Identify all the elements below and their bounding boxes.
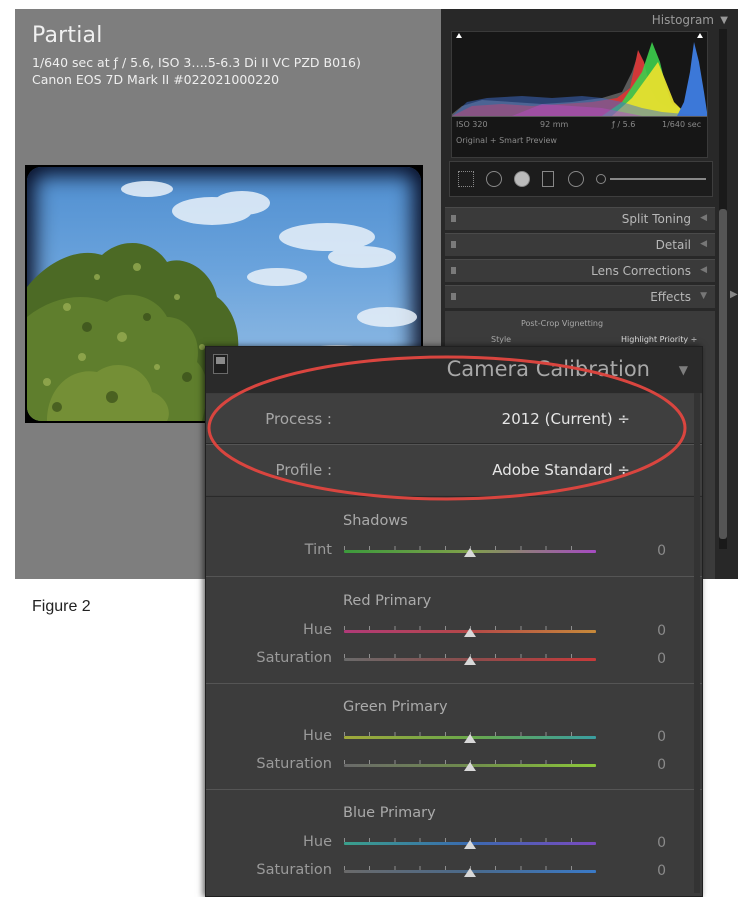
row-divider: [206, 496, 702, 497]
slider-thumb-icon[interactable]: [464, 868, 476, 877]
panel-switch-icon[interactable]: [451, 293, 456, 300]
profile-select[interactable]: Adobe Standard ÷: [492, 461, 630, 479]
panel-lens-corrections[interactable]: Lens Corrections ◀: [445, 259, 715, 282]
smart-preview-status: Original + Smart Preview: [456, 136, 557, 145]
profile-row: Profile : Adobe Standard ÷: [206, 445, 702, 495]
red-eye-icon[interactable]: [514, 171, 530, 187]
histogram-panel-title: Histogram: [651, 13, 714, 27]
slider-thumb-icon[interactable]: [464, 628, 476, 637]
panel-split-toning[interactable]: Split Toning ◀: [445, 207, 715, 230]
camera-calibration-panel: Camera Calibration ▼ Process : 2012 (Cur…: [205, 346, 703, 897]
histogram-aperture: ƒ / 5.6: [612, 120, 636, 129]
histogram-iso: ISO 320: [456, 120, 488, 129]
calibration-header[interactable]: Camera Calibration ▼: [206, 347, 702, 393]
calibration-title: Camera Calibration: [446, 357, 650, 381]
slider-value[interactable]: 0: [657, 757, 666, 773]
collapse-triangle-icon[interactable]: ▼: [720, 15, 728, 26]
panel-switch-icon[interactable]: [213, 354, 228, 374]
tool-slider[interactable]: [610, 178, 706, 180]
slider-value[interactable]: 0: [657, 863, 666, 879]
slider-thumb-icon[interactable]: [464, 548, 476, 557]
shadow-clipping-icon[interactable]: [456, 33, 462, 38]
expand-triangle-icon[interactable]: ▼: [700, 291, 707, 301]
slider-value[interactable]: 0: [657, 543, 666, 559]
panel-name: Split Toning: [621, 212, 691, 226]
panel-name: Lens Corrections: [591, 264, 691, 278]
panel-effects[interactable]: Effects ▼: [445, 285, 715, 308]
panel-switch-icon[interactable]: [451, 267, 456, 274]
calibration-scrollbar[interactable]: [694, 393, 700, 893]
info-overlay-exposure: 1/640 sec at ƒ / 5.6, ISO 3….5-6.3 Di II…: [32, 55, 361, 70]
slider-value[interactable]: 0: [657, 729, 666, 745]
collapse-triangle-icon[interactable]: ▼: [679, 363, 688, 377]
profile-label: Profile :: [275, 461, 332, 479]
panel-switch-icon[interactable]: [451, 215, 456, 222]
slider-label: Hue: [302, 834, 332, 850]
collapse-triangle-icon[interactable]: ◀: [700, 213, 707, 223]
spot-removal-icon[interactable]: [486, 171, 502, 187]
panel-scrollbar-thumb[interactable]: [719, 209, 727, 539]
crop-tool-icon[interactable]: [458, 171, 474, 187]
slider-value[interactable]: 0: [657, 835, 666, 851]
info-overlay-title: Partial: [32, 23, 103, 48]
panel-detail[interactable]: Detail ◀: [445, 233, 715, 256]
section-divider: [206, 789, 702, 790]
tool-strip: [449, 161, 713, 197]
panel-name: Detail: [655, 238, 691, 252]
radial-filter-icon[interactable]: [568, 171, 584, 187]
slider-thumb-icon[interactable]: [464, 762, 476, 771]
slider-thumb-icon[interactable]: [464, 734, 476, 743]
slider-value[interactable]: 0: [657, 651, 666, 667]
figure-caption: Figure 2: [32, 598, 91, 615]
collapse-triangle-icon[interactable]: ◀: [700, 265, 707, 275]
adjustment-brush-icon[interactable]: [596, 174, 606, 184]
slider-thumb-icon[interactable]: [464, 656, 476, 665]
slider-value[interactable]: 0: [657, 623, 666, 639]
right-panel-toggle-icon[interactable]: ▶: [730, 289, 738, 300]
section-divider: [206, 576, 702, 577]
section-title-blue-primary: Blue Primary: [343, 805, 436, 821]
section-title-shadows: Shadows: [343, 513, 408, 529]
process-label: Process :: [265, 410, 332, 428]
slider-label: Saturation: [256, 650, 332, 666]
graduated-filter-icon[interactable]: [542, 171, 554, 187]
panel-name: Effects: [650, 290, 691, 304]
info-overlay-camera: Canon EOS 7D Mark II #022021000220: [32, 72, 280, 87]
slider-label: Hue: [302, 728, 332, 744]
collapse-triangle-icon[interactable]: ◀: [700, 239, 707, 249]
panel-switch-icon[interactable]: [451, 241, 456, 248]
process-select[interactable]: 2012 (Current) ÷: [502, 410, 630, 428]
section-title-green-primary: Green Primary: [343, 699, 448, 715]
slider-label: Hue: [302, 622, 332, 638]
process-row: Process : 2012 (Current) ÷: [206, 394, 702, 444]
vignette-style-select[interactable]: Highlight Priority ÷: [621, 335, 697, 344]
section-divider: [206, 683, 702, 684]
slider-label: Saturation: [256, 756, 332, 772]
highlight-clipping-icon[interactable]: [697, 33, 703, 38]
histogram-shutter: 1/640 sec: [662, 120, 702, 129]
slider-label: Saturation: [256, 862, 332, 878]
histogram-focal-length: 92 mm: [540, 120, 569, 129]
slider-thumb-icon[interactable]: [464, 840, 476, 849]
slider-label: Tint: [304, 542, 332, 558]
post-crop-vignetting-label: Post-Crop Vignetting: [521, 319, 604, 328]
histogram: ISO 320 92 mm ƒ / 5.6 1/640 sec Original…: [451, 31, 708, 158]
section-title-red-primary: Red Primary: [343, 593, 432, 609]
vignette-style-label: Style: [491, 335, 512, 344]
